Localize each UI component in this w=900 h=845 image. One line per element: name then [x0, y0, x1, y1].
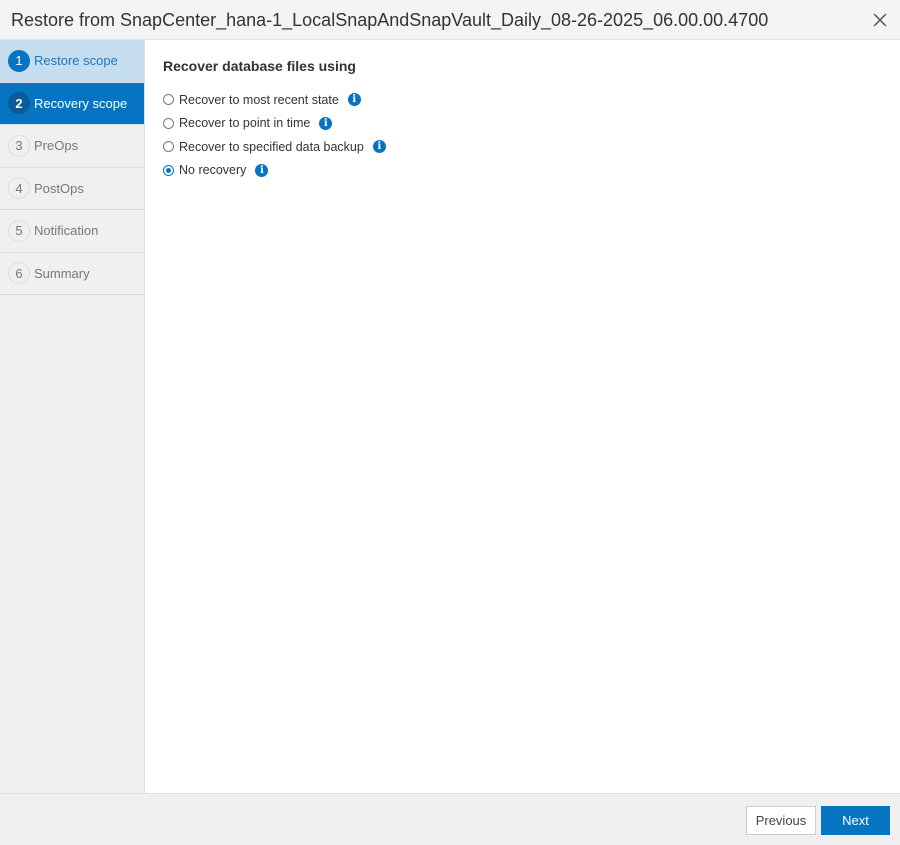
option-label: Recover to most recent state: [179, 92, 339, 107]
radio-button[interactable]: [163, 94, 174, 106]
step-restore-scope[interactable]: 1 Restore scope: [0, 40, 144, 83]
info-icon[interactable]: i: [347, 93, 361, 107]
dialog-footer: Previous Next: [0, 793, 900, 845]
step-number: 2: [8, 92, 30, 115]
info-icon[interactable]: i: [372, 140, 386, 154]
option-label: Recover to point in time: [179, 116, 311, 131]
option-point-in-time[interactable]: Recover to point in time i: [163, 112, 386, 136]
step-number: 1: [8, 49, 30, 72]
step-number: 6: [8, 262, 30, 285]
radio-button[interactable]: [163, 117, 174, 129]
step-label: Recovery scope: [34, 95, 128, 111]
step-label: PostOps: [34, 180, 84, 196]
step-label: Notification: [34, 223, 99, 239]
step-notification[interactable]: 5 Notification: [0, 210, 144, 253]
step-number: 4: [8, 177, 30, 200]
option-most-recent-state[interactable]: Recover to most recent state i: [163, 88, 386, 112]
info-icon[interactable]: i: [255, 163, 269, 177]
option-no-recovery[interactable]: No recovery i: [163, 159, 386, 183]
step-preops[interactable]: 3 PreOps: [0, 125, 144, 168]
step-label: PreOps: [34, 138, 79, 154]
close-icon[interactable]: [870, 10, 890, 30]
step-number: 3: [8, 134, 30, 157]
dialog-header: Restore from SnapCenter_hana-1_LocalSnap…: [0, 0, 900, 40]
step-label: Restore scope: [34, 53, 118, 69]
option-label: Recover to specified data backup: [179, 139, 364, 154]
recovery-scope-panel: Recover database files using Recover to …: [163, 58, 386, 182]
dialog-title: Restore from SnapCenter_hana-1_LocalSnap…: [11, 10, 769, 30]
section-heading: Recover database files using: [163, 58, 356, 74]
option-label: No recovery: [179, 163, 247, 178]
option-specified-data-backup[interactable]: Recover to specified data backup i: [163, 135, 386, 159]
info-icon[interactable]: i: [319, 116, 333, 130]
wizard-steps: 1 Restore scope 2 Recovery scope 3 PreOps 4…: [0, 40, 145, 793]
step-postops[interactable]: 4 PostOps: [0, 168, 144, 210]
step-label: Summary: [34, 265, 90, 281]
previous-button[interactable]: Previous: [746, 806, 816, 835]
radio-button-selected[interactable]: [163, 164, 174, 176]
step-recovery-scope[interactable]: 2 Recovery scope: [0, 82, 144, 125]
radio-button[interactable]: [163, 141, 174, 153]
next-button[interactable]: Next: [821, 806, 890, 835]
step-number: 5: [8, 219, 30, 242]
step-summary[interactable]: 6 Summary: [0, 253, 144, 295]
